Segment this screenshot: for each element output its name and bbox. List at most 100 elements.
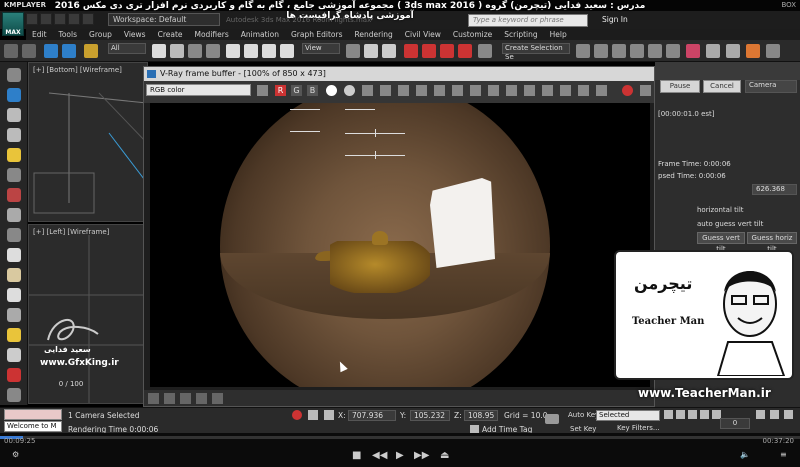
auto-key-button[interactable]: Auto Key: [568, 411, 599, 419]
green-channel-button[interactable]: G: [291, 85, 302, 96]
save-file-icon[interactable]: [54, 13, 66, 25]
camera-icon[interactable]: [7, 168, 21, 182]
render-icon[interactable]: [746, 44, 760, 58]
volume-icon[interactable]: 🔈: [740, 450, 750, 459]
track-mouse-icon[interactable]: [434, 85, 445, 96]
plane-icon[interactable]: [7, 388, 21, 402]
schematic-view-icon[interactable]: [666, 44, 680, 58]
layer-manager-icon[interactable]: [612, 44, 626, 58]
rotate-icon[interactable]: [244, 44, 258, 58]
window-crossing-icon[interactable]: [206, 44, 220, 58]
player-box-label[interactable]: BOX: [781, 0, 796, 11]
vfb-status-icon[interactable]: [212, 393, 223, 404]
previous-frame-icon[interactable]: [676, 410, 685, 419]
menu-group[interactable]: Group: [83, 29, 118, 40]
display-icon[interactable]: [7, 128, 21, 142]
link-to-render-region-icon[interactable]: [470, 85, 481, 96]
region-render-icon[interactable]: [452, 85, 463, 96]
clear-image-icon[interactable]: [398, 85, 409, 96]
angle-snap-icon[interactable]: [422, 44, 436, 58]
menu-help[interactable]: Help: [544, 29, 573, 40]
menu-customize[interactable]: Customize: [447, 29, 498, 40]
sphere-icon[interactable]: [7, 248, 21, 262]
guess-vert-tilt-button[interactable]: Guess vert tilt: [697, 232, 745, 253]
vfb-status-icon[interactable]: [196, 393, 207, 404]
auto-guess-vert-tilt-checkbox[interactable]: auto guess vert tilt: [697, 220, 763, 228]
curve-editor-icon[interactable]: [648, 44, 662, 58]
cone-icon[interactable]: [7, 308, 21, 322]
play-icon[interactable]: [688, 410, 697, 419]
helper-icon[interactable]: [7, 188, 21, 202]
absolute-mode-icon[interactable]: [324, 410, 334, 420]
current-frame-field[interactable]: 0: [720, 418, 750, 429]
seek-bar[interactable]: [0, 436, 800, 439]
alpha-channel-icon[interactable]: [326, 85, 337, 96]
selection-filter-dropdown[interactable]: All: [108, 43, 146, 54]
keyboard-shortcut-icon[interactable]: [382, 44, 396, 58]
particle-icon[interactable]: [7, 368, 21, 382]
lens-effects-icon[interactable]: [524, 85, 535, 96]
mirror-icon[interactable]: [576, 44, 590, 58]
menu-rendering[interactable]: Rendering: [348, 29, 398, 40]
key-filters-button[interactable]: Key Filters...: [617, 424, 660, 432]
menu-animation[interactable]: Animation: [235, 29, 285, 40]
guess-horiz-tilt-button[interactable]: Guess horiz tilt: [747, 232, 797, 253]
workspace-dropdown[interactable]: Workspace: Default: [108, 13, 220, 26]
camera-field[interactable]: Camera: [745, 80, 797, 93]
selection-region-icon[interactable]: [188, 44, 202, 58]
new-file-icon[interactable]: [26, 13, 38, 25]
light-bulb-icon[interactable]: [7, 148, 21, 162]
vfb-settings-icon[interactable]: [640, 85, 651, 96]
z-coordinate[interactable]: 108.95: [464, 410, 498, 421]
go-to-start-icon[interactable]: [664, 410, 673, 419]
y-coordinate[interactable]: 105.232: [410, 410, 450, 421]
link-icon[interactable]: [44, 44, 58, 58]
key-selection-dropdown[interactable]: Selected: [596, 410, 660, 421]
set-key-button[interactable]: Set Key: [570, 425, 596, 433]
stop-icon[interactable]: ■: [352, 450, 361, 461]
undo-icon[interactable]: [68, 13, 80, 25]
scene-explorer-icon[interactable]: [7, 108, 21, 122]
mono-channel-icon[interactable]: [344, 85, 355, 96]
orbit-icon[interactable]: [784, 410, 793, 419]
search-input[interactable]: Type a keyword or phrase: [468, 14, 588, 27]
eject-icon[interactable]: ⏏: [440, 450, 449, 461]
menu-edit[interactable]: Edit: [26, 29, 53, 40]
vfb-status-icon[interactable]: [180, 393, 191, 404]
menu-create[interactable]: Create: [152, 29, 189, 40]
render-canvas[interactable]: [150, 103, 650, 387]
menu-icon[interactable]: ≡: [780, 450, 787, 459]
pause-button[interactable]: Pause: [660, 80, 700, 93]
place-icon[interactable]: [280, 44, 294, 58]
rendered-frame-window-icon[interactable]: [726, 44, 740, 58]
next-icon[interactable]: ▶▶: [414, 450, 429, 461]
x-coordinate[interactable]: 707.936: [348, 410, 396, 421]
pan-icon[interactable]: [770, 410, 779, 419]
isolate-selection-icon[interactable]: [292, 410, 302, 420]
history-icon[interactable]: [596, 85, 607, 96]
vfb-title-bar[interactable]: V-Ray frame buffer - [100% of 850 x 473]: [144, 67, 654, 81]
save-to-history-icon[interactable]: [362, 85, 373, 96]
previous-icon[interactable]: ◀◀: [372, 450, 387, 461]
render-last-icon[interactable]: [488, 85, 499, 96]
vfb-status-icon[interactable]: [164, 393, 175, 404]
select-by-name-icon[interactable]: [170, 44, 184, 58]
menu-modifiers[interactable]: Modifiers: [189, 29, 235, 40]
spinner-snap-icon[interactable]: [458, 44, 472, 58]
align-icon[interactable]: [594, 44, 608, 58]
menu-scripting[interactable]: Scripting: [498, 29, 543, 40]
reference-coord-dropdown[interactable]: View: [302, 43, 340, 54]
blue-channel-button[interactable]: B: [307, 85, 318, 96]
render-iterative-icon[interactable]: [766, 44, 780, 58]
channel-dropdown[interactable]: RGB color: [146, 84, 251, 96]
key-icon[interactable]: [545, 414, 559, 424]
space-warp-icon[interactable]: [7, 208, 21, 222]
stereo-icon[interactable]: [542, 85, 553, 96]
selection-lock-icon[interactable]: [308, 410, 318, 420]
cancel-button[interactable]: Cancel: [703, 80, 741, 93]
bind-space-warp-icon[interactable]: [84, 44, 98, 58]
player-settings-icon[interactable]: ⚙: [12, 450, 19, 459]
skylight-icon[interactable]: [7, 348, 21, 362]
percent-snap-icon[interactable]: [440, 44, 454, 58]
load-image-icon[interactable]: [380, 85, 391, 96]
